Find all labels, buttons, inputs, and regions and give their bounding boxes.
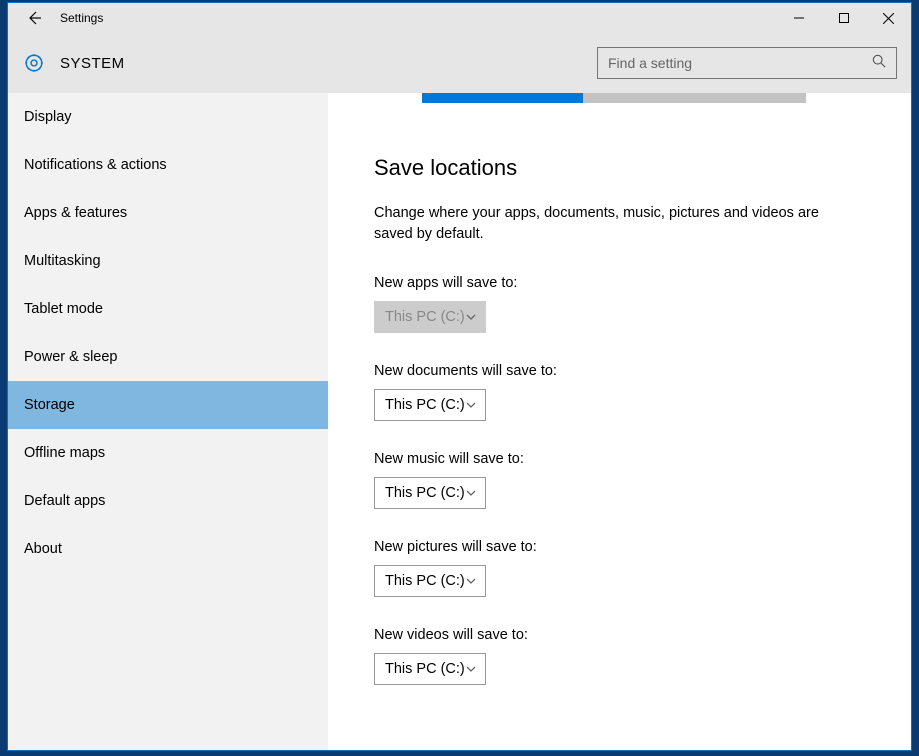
sidebar-item-label: Offline maps (24, 445, 105, 461)
storage-usage-bar (422, 93, 806, 103)
sidebar-item-label: About (24, 541, 62, 557)
dropdown-value: This PC (C:) (385, 309, 465, 325)
close-button[interactable] (866, 4, 911, 33)
sidebar-item-label: Default apps (24, 493, 105, 509)
save-location-dropdown[interactable]: This PC (C:) (374, 565, 486, 597)
sidebar-item-about[interactable]: About (8, 525, 328, 573)
sidebar-item-label: Power & sleep (24, 349, 118, 365)
storage-usage-fill (422, 93, 583, 103)
sidebar-item-power-sleep[interactable]: Power & sleep (8, 333, 328, 381)
sidebar-item-apps-features[interactable]: Apps & features (8, 189, 328, 237)
search-box[interactable] (597, 47, 897, 79)
sidebar-item-label: Multitasking (24, 253, 101, 269)
category-title: SYSTEM (60, 55, 125, 72)
sidebar-item-tablet-mode[interactable]: Tablet mode (8, 285, 328, 333)
save-location-label: New music will save to: (374, 451, 875, 467)
sidebar: Display Notifications & actions Apps & fea… (8, 93, 328, 750)
gear-icon (22, 51, 46, 75)
chevron-down-icon (465, 663, 477, 675)
chevron-down-icon (465, 399, 477, 411)
dropdown-value: This PC (C:) (385, 661, 465, 677)
settings-window: Settings SYSTEM DisplayNot (7, 2, 912, 751)
sidebar-item-label: Tablet mode (24, 301, 103, 317)
sidebar-item-display[interactable]: Display (8, 93, 328, 141)
sidebar-item-label: Storage (24, 397, 75, 413)
save-location-dropdown[interactable]: This PC (C:) (374, 477, 486, 509)
save-location-label: New apps will save to: (374, 275, 875, 291)
sidebar-item-multitasking[interactable]: Multitasking (8, 237, 328, 285)
sidebar-item-label: Notifications & actions (24, 157, 167, 173)
section-description: Change where your apps, documents, music… (374, 203, 834, 245)
sidebar-item-label: Apps & features (24, 205, 127, 221)
search-icon (872, 54, 886, 73)
sidebar-item-offline-maps[interactable]: Offline maps (8, 429, 328, 477)
back-button[interactable] (14, 3, 54, 33)
maximize-button[interactable] (821, 4, 866, 33)
save-location-dropdown[interactable]: This PC (C:) (374, 389, 486, 421)
dropdown-value: This PC (C:) (385, 485, 465, 501)
minimize-button[interactable] (776, 4, 821, 33)
chevron-down-icon (465, 487, 477, 499)
chevron-down-icon (465, 575, 477, 587)
sidebar-item-label: Display (24, 109, 72, 125)
chevron-down-icon (465, 311, 477, 323)
content-area: Save locations Change where your apps, d… (328, 93, 911, 750)
save-location-label: New pictures will save to: (374, 539, 875, 555)
sidebar-item-storage[interactable]: Storage (8, 381, 328, 429)
save-location-dropdown[interactable]: This PC (C:) (374, 653, 486, 685)
save-location-label: New videos will save to: (374, 627, 875, 643)
save-location-dropdown: This PC (C:) (374, 301, 486, 333)
save-location-label: New documents will save to: (374, 363, 875, 379)
sidebar-item-notifications-actions[interactable]: Notifications & actions (8, 141, 328, 189)
window-title: Settings (54, 11, 103, 25)
search-input[interactable] (608, 55, 872, 71)
dropdown-value: This PC (C:) (385, 397, 465, 413)
header: SYSTEM (8, 33, 911, 93)
section-title: Save locations (374, 155, 875, 181)
dropdown-value: This PC (C:) (385, 573, 465, 589)
sidebar-item-default-apps[interactable]: Default apps (8, 477, 328, 525)
titlebar: Settings (8, 3, 911, 33)
